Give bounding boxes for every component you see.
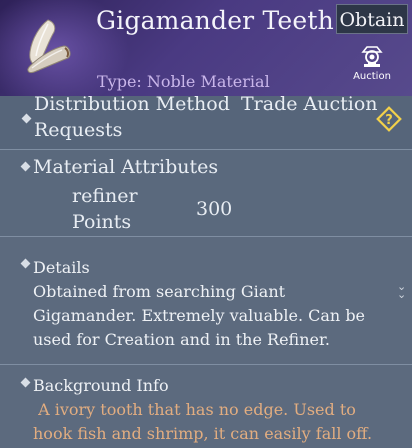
refiner-points-value: 300 bbox=[196, 198, 233, 220]
refiner-points-label: refiner bbox=[72, 185, 138, 207]
background-line: A ivory tooth that has no edge. Used to bbox=[33, 400, 356, 419]
tooth-item-icon bbox=[27, 19, 71, 73]
auction-icon bbox=[361, 46, 383, 67]
diamond-bullet-icon bbox=[20, 161, 31, 172]
auction-button[interactable]: Auction bbox=[350, 44, 394, 84]
help-icon[interactable]: ? bbox=[374, 104, 404, 134]
background-line: hook fish and shrimp, it can easily fall… bbox=[33, 424, 373, 443]
details-line: used for Creation and in the Refiner. bbox=[33, 330, 330, 349]
details-heading: Details bbox=[33, 258, 90, 277]
distribution-label: Distribution Method bbox=[34, 93, 230, 115]
material-attributes-section: Material Attributes refiner Points 300 bbox=[0, 150, 412, 236]
material-attributes-heading: Material Attributes bbox=[33, 156, 219, 178]
details-section: Details Obtained from searching Giant Gi… bbox=[0, 236, 412, 364]
diamond-bullet-icon bbox=[20, 258, 31, 269]
item-type: Type: Noble Material bbox=[97, 72, 270, 91]
auction-label: Auction bbox=[353, 71, 391, 82]
refiner-points-label-cont: Points bbox=[72, 211, 132, 233]
distribution-label-cont: Requests bbox=[34, 119, 123, 141]
diamond-bullet-icon bbox=[21, 113, 32, 124]
distribution-section: Distribution Method Requests Trade Aucti… bbox=[0, 93, 412, 150]
item-title: Gigamander Teeth bbox=[96, 6, 334, 35]
distribution-value: Trade Auction bbox=[241, 93, 378, 115]
details-line: Gigamander. Extremely valuable. Can be bbox=[33, 306, 366, 325]
diamond-bullet-icon bbox=[20, 377, 31, 388]
background-info-section: Background Info A ivory tooth that has n… bbox=[0, 364, 412, 448]
svg-text:?: ? bbox=[385, 113, 393, 128]
background-heading: Background Info bbox=[33, 376, 169, 395]
chevron-down-icon[interactable]: ⌄ ⌄ bbox=[397, 281, 406, 300]
obtain-button[interactable]: Obtain bbox=[336, 4, 408, 34]
item-header: Gigamander Teeth Obtain Auction Type: No… bbox=[0, 0, 412, 96]
details-line: Obtained from searching Giant bbox=[33, 282, 286, 301]
